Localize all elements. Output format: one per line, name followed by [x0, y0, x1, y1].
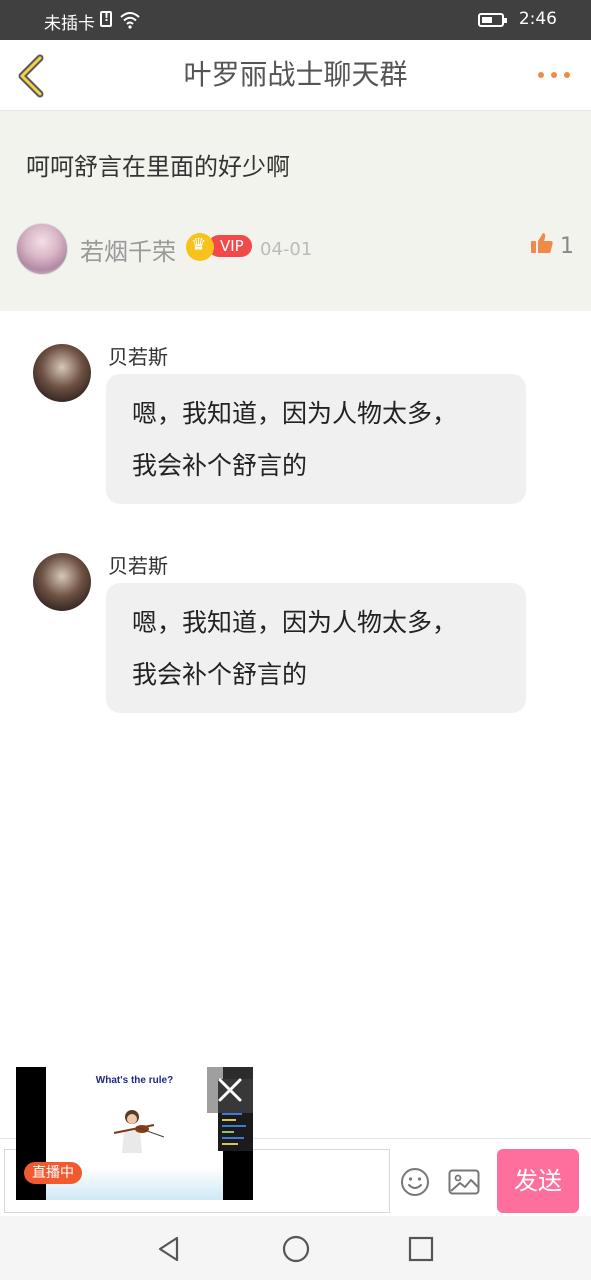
system-nav-bar	[0, 1216, 591, 1280]
message-bubble: 嗯，我知道，因为人物太多， 我会补个舒言的	[106, 374, 526, 504]
message-line: 我会补个舒言的	[132, 451, 308, 480]
post-card: 呵呵舒言在里面的好少啊 若烟千荣 VIP 04-01 1	[0, 111, 591, 311]
close-icon[interactable]	[207, 1067, 253, 1113]
message-line: 嗯，我知道，因为人物太多，	[132, 608, 458, 637]
like-count: 1	[560, 234, 574, 259]
battery-icon	[478, 13, 507, 27]
page-title: 叶罗丽战士聊天群	[183, 58, 408, 91]
nav-back-icon[interactable]	[155, 1235, 183, 1263]
message-line: 嗯，我知道，因为人物太多，	[132, 399, 458, 428]
live-badge: 直播中	[24, 1162, 82, 1184]
status-bar: 未插卡 2:46	[0, 0, 591, 40]
sender-avatar[interactable]	[33, 553, 91, 611]
emoji-icon[interactable]	[400, 1167, 430, 1197]
post-content: 呵呵舒言在里面的好少啊	[26, 153, 290, 181]
vip-badge: VIP	[208, 235, 252, 257]
live-video-window[interactable]: What's the rule? 直播中	[16, 1067, 253, 1200]
more-icon[interactable]	[538, 72, 570, 80]
message-line: 我会补个舒言的	[132, 660, 308, 689]
sender-name: 贝若斯	[108, 345, 168, 369]
nav-recent-icon[interactable]	[407, 1235, 435, 1263]
author-name[interactable]: 若烟千荣	[80, 232, 176, 267]
wifi-icon	[120, 12, 140, 29]
sim-alert-icon	[100, 11, 112, 27]
nav-home-icon[interactable]	[281, 1234, 311, 1264]
crown-icon	[186, 233, 214, 261]
violin-player-image	[113, 1110, 165, 1153]
send-button[interactable]: 发送	[497, 1149, 579, 1213]
message-bubble: 嗯，我知道，因为人物太多， 我会补个舒言的	[106, 583, 526, 713]
sender-name: 贝若斯	[108, 554, 168, 578]
back-icon[interactable]	[14, 54, 50, 98]
post-date: 04-01	[260, 239, 313, 260]
app-header: 叶罗丽战士聊天群	[0, 40, 591, 111]
thumb-up-icon[interactable]	[530, 231, 554, 255]
slide-title: What's the rule?	[95, 1075, 174, 1086]
sender-avatar[interactable]	[33, 344, 91, 402]
image-icon[interactable]	[448, 1169, 480, 1195]
author-avatar[interactable]	[16, 223, 68, 275]
carrier-label: 未插卡	[44, 14, 95, 34]
clock: 2:46	[518, 9, 557, 29]
